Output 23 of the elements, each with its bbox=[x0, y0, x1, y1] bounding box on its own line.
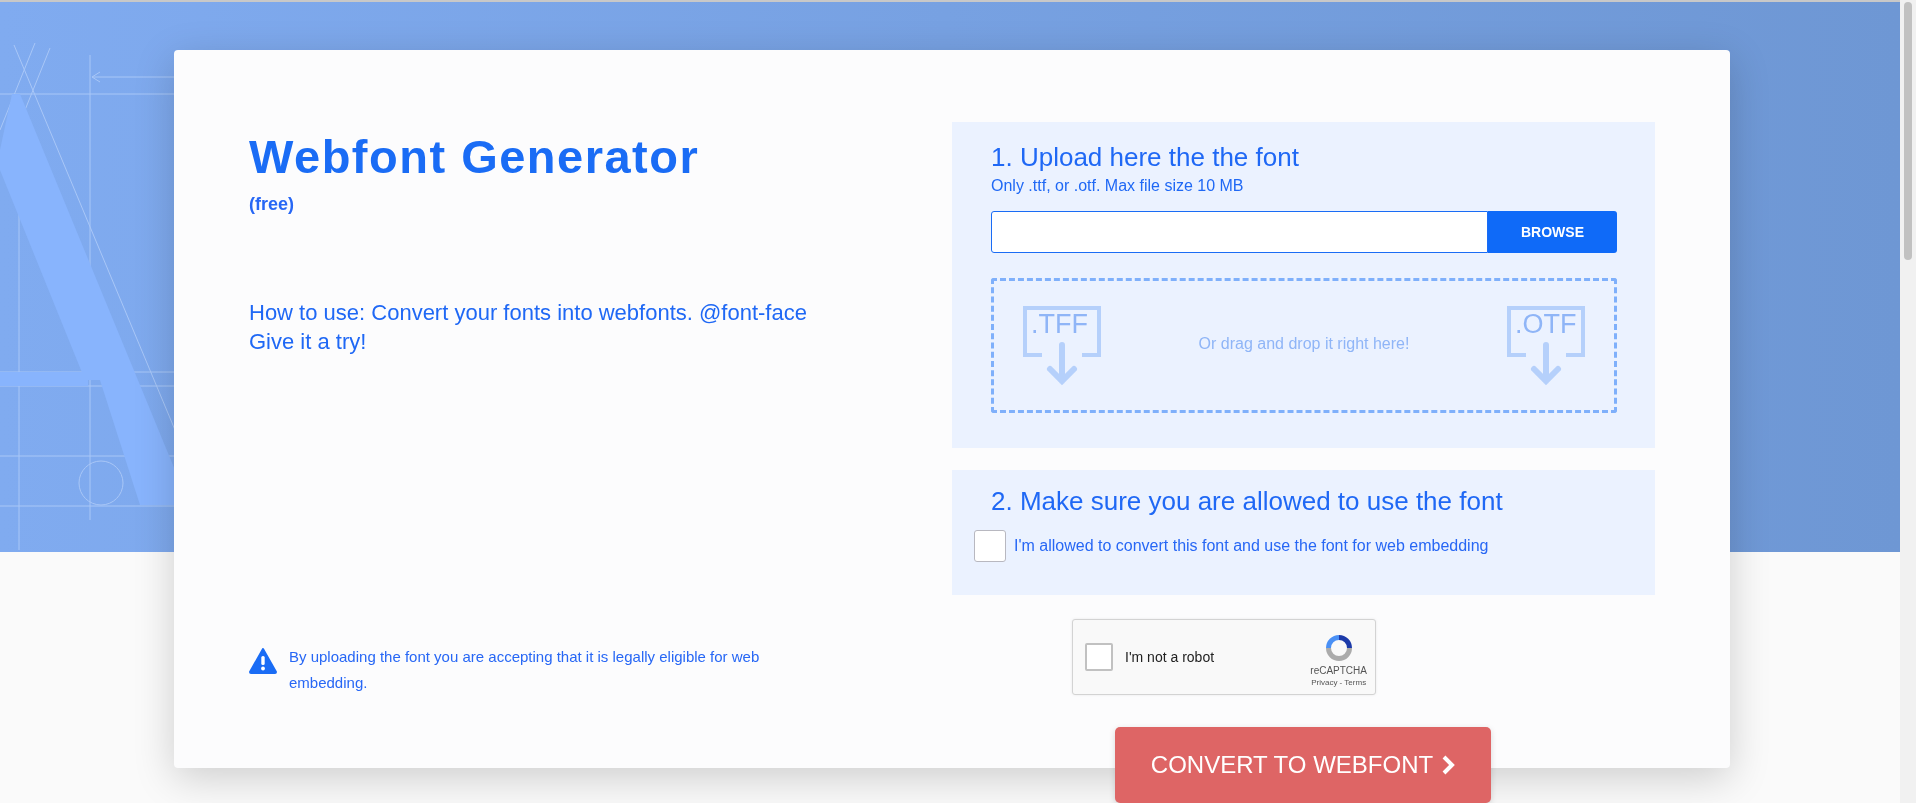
file-download-icon bbox=[1506, 304, 1586, 387]
page-title: Webfont Generator bbox=[249, 129, 701, 185]
section-heading: 1. Upload here the the font bbox=[991, 141, 1300, 174]
file-download-icon bbox=[1022, 304, 1102, 387]
convert-button[interactable]: CONVERT TO WEBFONT bbox=[1115, 727, 1491, 803]
permission-checkbox[interactable] bbox=[974, 530, 1006, 562]
drop-hint: Or drag and drop it right here! bbox=[1198, 333, 1410, 354]
intro-text: Give it a try! bbox=[249, 327, 368, 356]
chevron-right-icon bbox=[1441, 755, 1456, 775]
section-heading: 2. Make sure you are allowed to use the font bbox=[991, 485, 1504, 518]
upload-hint: Only .ttf, or .otf. Max file size 10 MB bbox=[991, 176, 1245, 196]
browse-button[interactable]: BROWSE bbox=[1488, 211, 1617, 253]
intro-text: How to use: Convert your fonts into webfonts. @font-face bbox=[249, 298, 808, 327]
captcha-checkbox[interactable] bbox=[1085, 643, 1113, 671]
file-type-label: .OTF bbox=[1515, 310, 1577, 338]
legal-notice: By uploading the font you are accepting that it is legally eligible for web embedding. bbox=[289, 646, 761, 693]
captcha-label: I'm not a robot bbox=[1125, 647, 1216, 667]
subtitle: (free) bbox=[249, 192, 295, 216]
file-type-label: .TFF bbox=[1031, 310, 1088, 338]
privacy-terms-links[interactable]: Privacy - Terms bbox=[1311, 678, 1367, 688]
checkbox-label: I'm allowed to convert this font and use the font for web embedding bbox=[1014, 536, 1489, 556]
recaptcha-brand: reCAPTCHA bbox=[1310, 664, 1367, 678]
warning-icon bbox=[249, 647, 277, 674]
